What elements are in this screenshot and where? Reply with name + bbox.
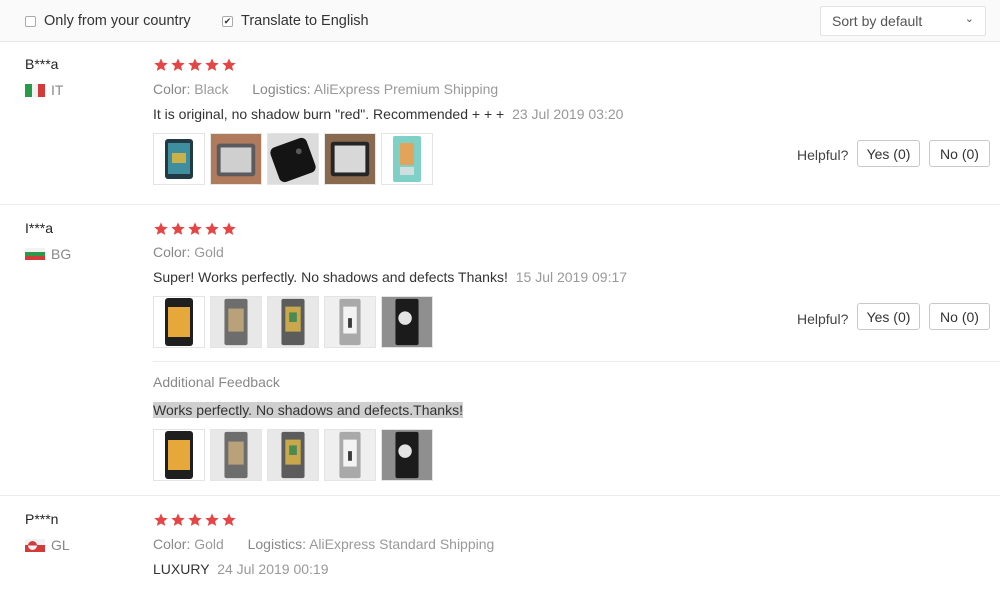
review-photo-thumbnail[interactable]	[210, 133, 262, 185]
star-icon	[154, 222, 168, 235]
review-photo-thumbnail[interactable]	[324, 296, 376, 348]
helpful-no-button[interactable]: No (0)	[929, 140, 990, 167]
reviewer-country: BG	[25, 246, 71, 262]
review-text: LUXURY 24 Jul 2019 00:19	[153, 561, 329, 577]
star-icon	[171, 58, 185, 71]
additional-feedback-text: Works perfectly. No shadows and defects.…	[153, 402, 463, 418]
star-icon	[188, 513, 202, 526]
color-value: Black	[194, 81, 229, 97]
review-photo-thumbnail[interactable]	[381, 133, 433, 185]
order-info: Color: Gold Logistics: AliExpress Standa…	[153, 536, 494, 552]
reviewer-name: I***a	[25, 220, 54, 236]
star-icon	[188, 222, 202, 235]
star-icon	[154, 58, 168, 71]
review-divider	[0, 495, 1000, 496]
translate-to-english-label: Translate to English	[241, 13, 369, 29]
star-rating	[153, 221, 237, 237]
additional-feedback-divider	[153, 361, 1000, 362]
color-value: Gold	[194, 536, 224, 552]
star-icon	[171, 222, 185, 235]
review-photo-thumbnail[interactable]	[153, 133, 205, 185]
filter-bar: Only from your country ✔ Translate to En…	[0, 0, 1000, 42]
logistics-label: Logistics:	[252, 81, 311, 97]
only-from-country-label: Only from your country	[44, 13, 191, 29]
country-code: BG	[51, 246, 72, 262]
color-label: Color:	[153, 244, 191, 260]
country-code: GL	[51, 537, 70, 553]
helpful-label: Helpful?	[797, 147, 849, 163]
color-label: Color:	[153, 536, 191, 552]
review-date: 24 Jul 2019 00:19	[217, 561, 329, 577]
review-photo-thumbnail[interactable]	[381, 429, 433, 481]
review-photo-thumbnail[interactable]	[324, 429, 376, 481]
logistics-label: Logistics:	[247, 536, 306, 552]
additional-feedback-body: Works perfectly. No shadows and defects.…	[153, 402, 463, 418]
star-icon	[154, 513, 168, 526]
star-icon	[171, 513, 185, 526]
only-from-country-checkbox[interactable]: Only from your country	[25, 13, 191, 29]
helpful-label: Helpful?	[797, 311, 849, 327]
additional-feedback-photos	[153, 429, 433, 481]
review-body: LUXURY	[153, 561, 210, 577]
sort-dropdown[interactable]: Sort by default ⌄	[820, 6, 986, 36]
reviewer-name: B***a	[25, 56, 59, 72]
logistics-value: AliExpress Premium Shipping	[313, 81, 499, 97]
review-text: Super! Works perfectly. No shadows and d…	[153, 269, 627, 285]
review-photo-thumbnail[interactable]	[267, 429, 319, 481]
review-text: It is original, no shadow burn "red". Re…	[153, 106, 623, 122]
checkbox-unchecked-icon[interactable]	[25, 15, 36, 27]
star-icon	[205, 58, 219, 71]
helpful-yes-button[interactable]: Yes (0)	[857, 140, 920, 167]
additional-feedback-heading: Additional Feedback	[153, 374, 280, 390]
review-photo-thumbnail[interactable]	[267, 133, 319, 185]
review-photos	[153, 133, 433, 185]
chevron-down-icon: ⌄	[964, 13, 974, 25]
color-value: Gold	[194, 244, 224, 260]
helpful-yes-button[interactable]: Yes (0)	[857, 303, 920, 330]
order-info: Color: Black Logistics: AliExpress Premi…	[153, 81, 498, 97]
color-label: Color:	[153, 81, 191, 97]
review-photos	[153, 296, 433, 348]
reviewer-name: P***n	[25, 511, 59, 527]
italy-flag-icon	[25, 83, 45, 97]
sort-dropdown-value: Sort by default	[832, 13, 923, 29]
country-code: IT	[51, 82, 64, 98]
review-photo-thumbnail[interactable]	[153, 296, 205, 348]
logistics-value: AliExpress Standard Shipping	[309, 536, 495, 552]
star-icon	[222, 58, 236, 71]
star-icon	[188, 58, 202, 71]
review-body: Super! Works perfectly. No shadows and d…	[153, 269, 508, 285]
star-icon	[205, 222, 219, 235]
translate-to-english-checkbox[interactable]: ✔ Translate to English	[222, 13, 369, 29]
star-rating	[153, 512, 237, 528]
review-photo-thumbnail[interactable]	[210, 429, 262, 481]
review-photo-thumbnail[interactable]	[267, 296, 319, 348]
greenland-flag-icon	[25, 538, 45, 552]
order-info: Color: Gold	[153, 244, 224, 260]
review-photo-thumbnail[interactable]	[210, 296, 262, 348]
star-icon	[222, 513, 236, 526]
reviewer-country: IT	[25, 82, 63, 98]
reviewer-country: GL	[25, 537, 70, 553]
star-icon	[205, 513, 219, 526]
review-body: It is original, no shadow burn "red". Re…	[153, 106, 505, 122]
bulgaria-flag-icon	[25, 247, 45, 261]
star-rating	[153, 57, 237, 73]
review-photo-thumbnail[interactable]	[381, 296, 433, 348]
checkbox-checked-icon[interactable]: ✔	[222, 15, 233, 27]
helpful-no-button[interactable]: No (0)	[929, 303, 990, 330]
star-icon	[222, 222, 236, 235]
review-divider	[0, 204, 1000, 205]
review-date: 23 Jul 2019 03:20	[512, 106, 624, 122]
review-date: 15 Jul 2019 09:17	[515, 269, 628, 285]
review-photo-thumbnail[interactable]	[153, 429, 205, 481]
review-photo-thumbnail[interactable]	[324, 133, 376, 185]
